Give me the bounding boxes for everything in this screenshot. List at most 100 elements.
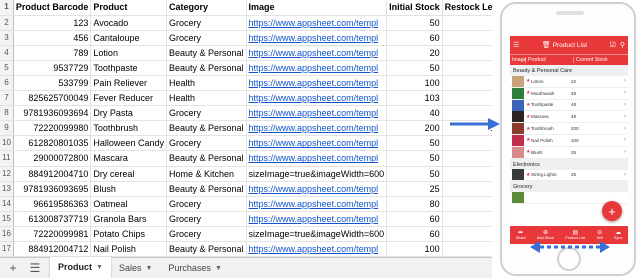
table-cell[interactable]: https://www.appsheet.com/templ xyxy=(246,135,388,152)
list-item[interactable]: ★ Mascara 48 › xyxy=(510,111,628,124)
table-cell[interactable]: 789 xyxy=(13,45,92,61)
table-cell[interactable]: 20 xyxy=(386,45,443,61)
table-cell[interactable]: Dry Pasta xyxy=(90,105,167,122)
row-number[interactable]: 3 xyxy=(0,30,14,46)
table-cell[interactable]: 50 xyxy=(386,135,443,152)
table-cell[interactable]: https://www.appsheet.com/templ xyxy=(246,196,388,212)
table-cell[interactable]: 884912004710 xyxy=(13,166,92,182)
column-header[interactable]: Restock Level xyxy=(442,0,492,16)
row-number[interactable]: 17 xyxy=(0,241,14,258)
table-cell[interactable]: 50 xyxy=(442,90,492,107)
table-cell[interactable]: 50 xyxy=(442,226,492,243)
column-header[interactable]: Category xyxy=(166,0,247,16)
table-cell[interactable]: https://www.appsheet.com/templ xyxy=(246,241,388,258)
table-cell[interactable]: https://www.appsheet.com/templ xyxy=(246,211,388,227)
table-cell[interactable]: 40 xyxy=(386,105,443,122)
table-cell[interactable]: https://www.appsheet.com/templ xyxy=(246,45,388,61)
table-cell[interactable]: Toothbrush xyxy=(90,120,167,137)
table-cell[interactable]: 50 xyxy=(386,150,443,167)
table-cell[interactable]: 60 xyxy=(386,30,443,46)
table-cell[interactable]: 100 xyxy=(386,241,443,258)
row-number[interactable]: 1 xyxy=(0,0,14,16)
row-number[interactable]: 14 xyxy=(0,196,14,212)
product-list-action[interactable]: ▤ Product List xyxy=(565,230,585,240)
row-number[interactable]: 15 xyxy=(0,211,14,227)
sync-action[interactable]: ☁ Sync xyxy=(614,230,622,240)
table-cell[interactable]: 9781936093694 xyxy=(13,105,92,122)
table-cell[interactable]: https://www.appsheet.com/templ xyxy=(246,30,388,46)
column-header[interactable]: Product Barcode xyxy=(13,0,92,16)
table-cell[interactable]: 40 xyxy=(442,15,492,31)
add-sheet-icon[interactable]: + xyxy=(4,260,22,277)
table-cell[interactable]: 25 xyxy=(386,181,443,197)
row-number[interactable]: 16 xyxy=(0,226,14,243)
table-cell[interactable]: Beauty & Personal xyxy=(166,241,247,258)
table-cell[interactable]: 70 xyxy=(442,30,492,46)
table-cell[interactable]: 825625700049 xyxy=(13,90,92,107)
row-number[interactable]: 11 xyxy=(0,150,14,167)
table-cell[interactable]: 9781936093695 xyxy=(13,181,92,197)
table-cell[interactable]: https://www.appsheet.com/templ xyxy=(246,15,388,31)
table-cell[interactable]: 30 xyxy=(442,135,492,152)
table-cell[interactable]: Beauty & Personal xyxy=(166,60,247,76)
table-cell[interactable]: 50 xyxy=(442,211,492,227)
row-number[interactable]: 5 xyxy=(0,60,14,76)
table-cell[interactable]: 123 xyxy=(13,15,92,31)
table-cell[interactable]: Beauty & Personal xyxy=(166,150,247,167)
table-cell[interactable]: 103 xyxy=(386,90,443,107)
table-cell[interactable]: 96619586363 xyxy=(13,196,92,212)
table-cell[interactable]: Potato Chips xyxy=(90,226,167,243)
table-cell[interactable]: Home & Kitchen xyxy=(166,166,247,182)
table-cell[interactable]: Dry cereal xyxy=(90,166,167,182)
table-cell[interactable]: 72220099980 xyxy=(13,120,92,137)
list-item[interactable]: ★ Toothbrush 200 › xyxy=(510,123,628,135)
column-header[interactable]: Image xyxy=(246,0,388,16)
list-item[interactable]: ★ Mouthwash 48 › xyxy=(510,87,628,100)
table-cell[interactable]: Grocery xyxy=(166,226,247,243)
table-cell[interactable]: Cantaloupe xyxy=(90,30,167,46)
table-cell[interactable]: Grocery xyxy=(166,105,247,122)
table-cell[interactable]: Fever Reducer xyxy=(90,90,167,107)
table-cell[interactable]: Grocery xyxy=(166,30,247,46)
table-cell[interactable]: https://www.appsheet.com/templ xyxy=(246,90,388,107)
sell-action[interactable]: ⊖ Sell xyxy=(596,230,602,240)
table-cell[interactable]: Pain Reliever xyxy=(90,75,167,92)
table-cell[interactable]: 35 xyxy=(442,60,492,76)
table-cell[interactable]: 40 xyxy=(442,150,492,167)
table-cell[interactable]: 72220099981 xyxy=(13,226,92,243)
list-item[interactable]: ★ Blush 25 › xyxy=(510,146,628,159)
table-cell[interactable]: 9537729 xyxy=(13,60,92,76)
table-cell[interactable]: 50 xyxy=(442,196,492,212)
table-cell[interactable]: sizeImage=true&imageWidth=600 xyxy=(246,166,388,182)
table-cell[interactable]: 50 xyxy=(386,166,443,182)
table-cell[interactable]: Grocery xyxy=(166,15,247,31)
search-icon[interactable]: ⚲ xyxy=(620,42,625,49)
row-number[interactable]: 10 xyxy=(0,135,14,152)
table-cell[interactable]: Granola Bars xyxy=(90,211,167,227)
table-cell[interactable]: Health xyxy=(166,90,247,107)
table-cell[interactable]: 80 xyxy=(386,196,443,212)
table-cell[interactable]: https://www.appsheet.com/templ xyxy=(246,75,388,92)
table-cell[interactable]: 456 xyxy=(13,30,92,46)
col-image[interactable]: Image xyxy=(510,57,526,63)
row-number[interactable]: 13 xyxy=(0,181,14,197)
table-cell[interactable]: https://www.appsheet.com/templ xyxy=(246,105,388,122)
col-product[interactable]: Product xyxy=(526,57,574,63)
tab-purchases[interactable]: Purchases ▼ xyxy=(160,259,229,278)
add-stock-action[interactable]: ⊕ Add Stock xyxy=(537,230,554,240)
menu-icon[interactable]: ☰ xyxy=(513,42,519,49)
table-cell[interactable]: Avocado xyxy=(90,15,167,31)
table-cell[interactable]: 60 xyxy=(386,211,443,227)
table-cell[interactable]: 50 xyxy=(386,15,443,31)
table-cell[interactable]: 25 xyxy=(442,181,492,197)
table-cell[interactable]: 100 xyxy=(386,75,443,92)
list-item[interactable]: ★ String Lights 25 › xyxy=(510,169,628,182)
table-cell[interactable]: 533799 xyxy=(13,75,92,92)
add-fab-button[interactable]: + xyxy=(602,201,622,221)
column-header[interactable]: Initial Stock xyxy=(386,0,443,16)
tab-product[interactable]: Product ▼ xyxy=(50,256,111,278)
checkbox-icon[interactable]: ☑ xyxy=(610,42,616,49)
row-number[interactable]: 9 xyxy=(0,120,14,137)
table-cell[interactable]: Mascara xyxy=(90,150,167,167)
list-item[interactable]: ★ Nail Polish 100 › xyxy=(510,134,628,147)
